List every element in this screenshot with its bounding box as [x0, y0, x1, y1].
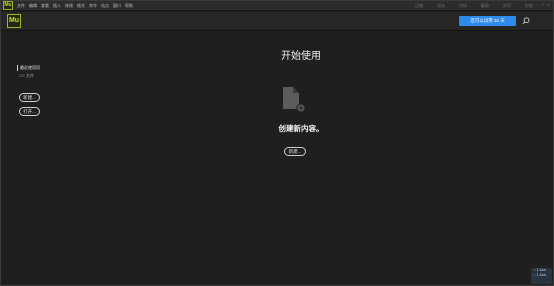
- workspace-compact[interactable]: 压缩: [415, 1, 423, 11]
- app-logo: Mu: [7, 14, 21, 28]
- workspace-code[interactable]: 代码: [459, 1, 467, 11]
- maximize-button[interactable]: □: [540, 2, 545, 8]
- top-toolbar: Mu 还可以试用 30 天: [1, 12, 553, 31]
- menu-item-window[interactable]: 窗口: [113, 1, 121, 11]
- app-logo-small: Mu: [3, 1, 13, 10]
- recent-subtitle[interactable]: CC 文件: [17, 73, 40, 79]
- menu-item-commands[interactable]: 命令: [89, 1, 97, 11]
- menu-item-site[interactable]: 站点: [101, 1, 109, 11]
- menu-item-help[interactable]: 帮助: [125, 1, 133, 11]
- menu-item-view[interactable]: 查看: [41, 1, 49, 11]
- recent-title: 最近使用项: [17, 65, 40, 71]
- new-document-icon: [283, 87, 306, 113]
- minimize-button[interactable]: –: [534, 2, 539, 8]
- menu-item-file[interactable]: 文件: [17, 1, 25, 11]
- workspace-live[interactable]: 实时: [503, 1, 511, 11]
- new-content-button[interactable]: 新建...: [284, 147, 306, 156]
- window-controls: – □ ×: [533, 2, 551, 8]
- menu-item-insert[interactable]: 插入: [53, 1, 61, 11]
- network-status-widget: ↑ 1.1k/s ↓ 1.1k/s: [531, 268, 552, 284]
- menu-item-edit[interactable]: 编辑: [29, 1, 37, 11]
- app-window: Mu 文件 编辑 查看 插入 修改 格式 命令 站点 窗口 帮助 压缩 设计 代…: [0, 0, 554, 286]
- workspace-split[interactable]: 拆分: [481, 1, 489, 11]
- recent-panel: 最近使用项 CC 文件: [17, 65, 40, 79]
- workspace-inspect[interactable]: 检查: [525, 1, 533, 11]
- create-new-text: 创建新内容。: [278, 124, 324, 133]
- workspace-menu: 压缩 设计 代码 拆分 实时 检查: [401, 1, 533, 11]
- trial-button[interactable]: 还可以试用 30 天: [459, 16, 516, 26]
- open-file-button[interactable]: 打开...: [19, 107, 40, 116]
- close-button[interactable]: ×: [546, 2, 551, 8]
- menu-item-format[interactable]: 格式: [77, 1, 85, 11]
- page-title: 开始使用: [281, 51, 321, 62]
- download-speed: ↓ 1.1k/s: [534, 273, 547, 277]
- menu-bar: Mu 文件 编辑 查看 插入 修改 格式 命令 站点 窗口 帮助 压缩 设计 代…: [1, 1, 553, 11]
- workspace-design[interactable]: 设计: [437, 1, 445, 11]
- new-file-button[interactable]: 新建...: [19, 93, 40, 102]
- main-menu: 文件 编辑 查看 插入 修改 格式 命令 站点 窗口 帮助: [17, 1, 137, 11]
- search-icon[interactable]: [521, 16, 531, 26]
- menu-item-modify[interactable]: 修改: [65, 1, 73, 11]
